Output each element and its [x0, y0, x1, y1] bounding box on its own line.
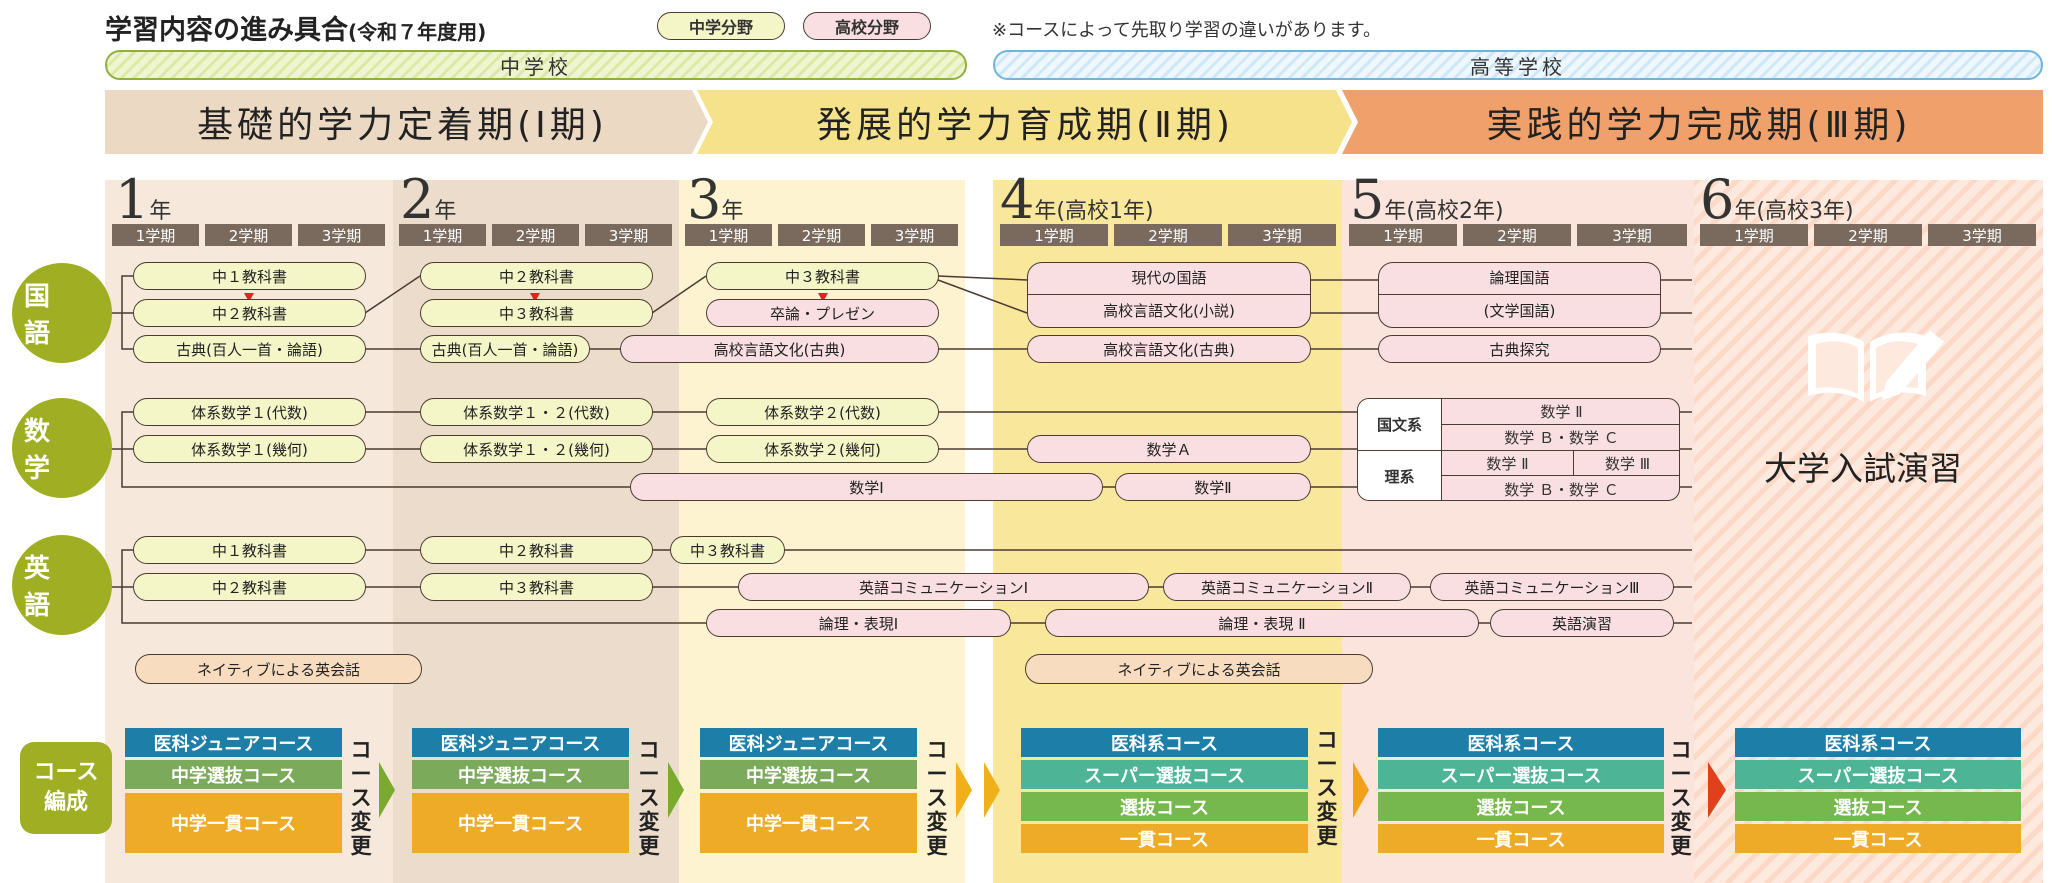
arrow-right-icon	[956, 762, 972, 818]
arrow-right-icon	[668, 762, 684, 818]
arrow-right-icon	[379, 762, 395, 818]
arrow-right-icon	[1353, 762, 1369, 818]
arrow-right-icon	[984, 762, 1000, 818]
course-arrows	[379, 762, 1726, 818]
curriculum-diagram: 学習内容の進み具合(令和７年度用) 中学分野 高校分野 ※コースによって先取り学…	[0, 0, 2052, 883]
arrow-right-icon	[1708, 762, 1726, 818]
